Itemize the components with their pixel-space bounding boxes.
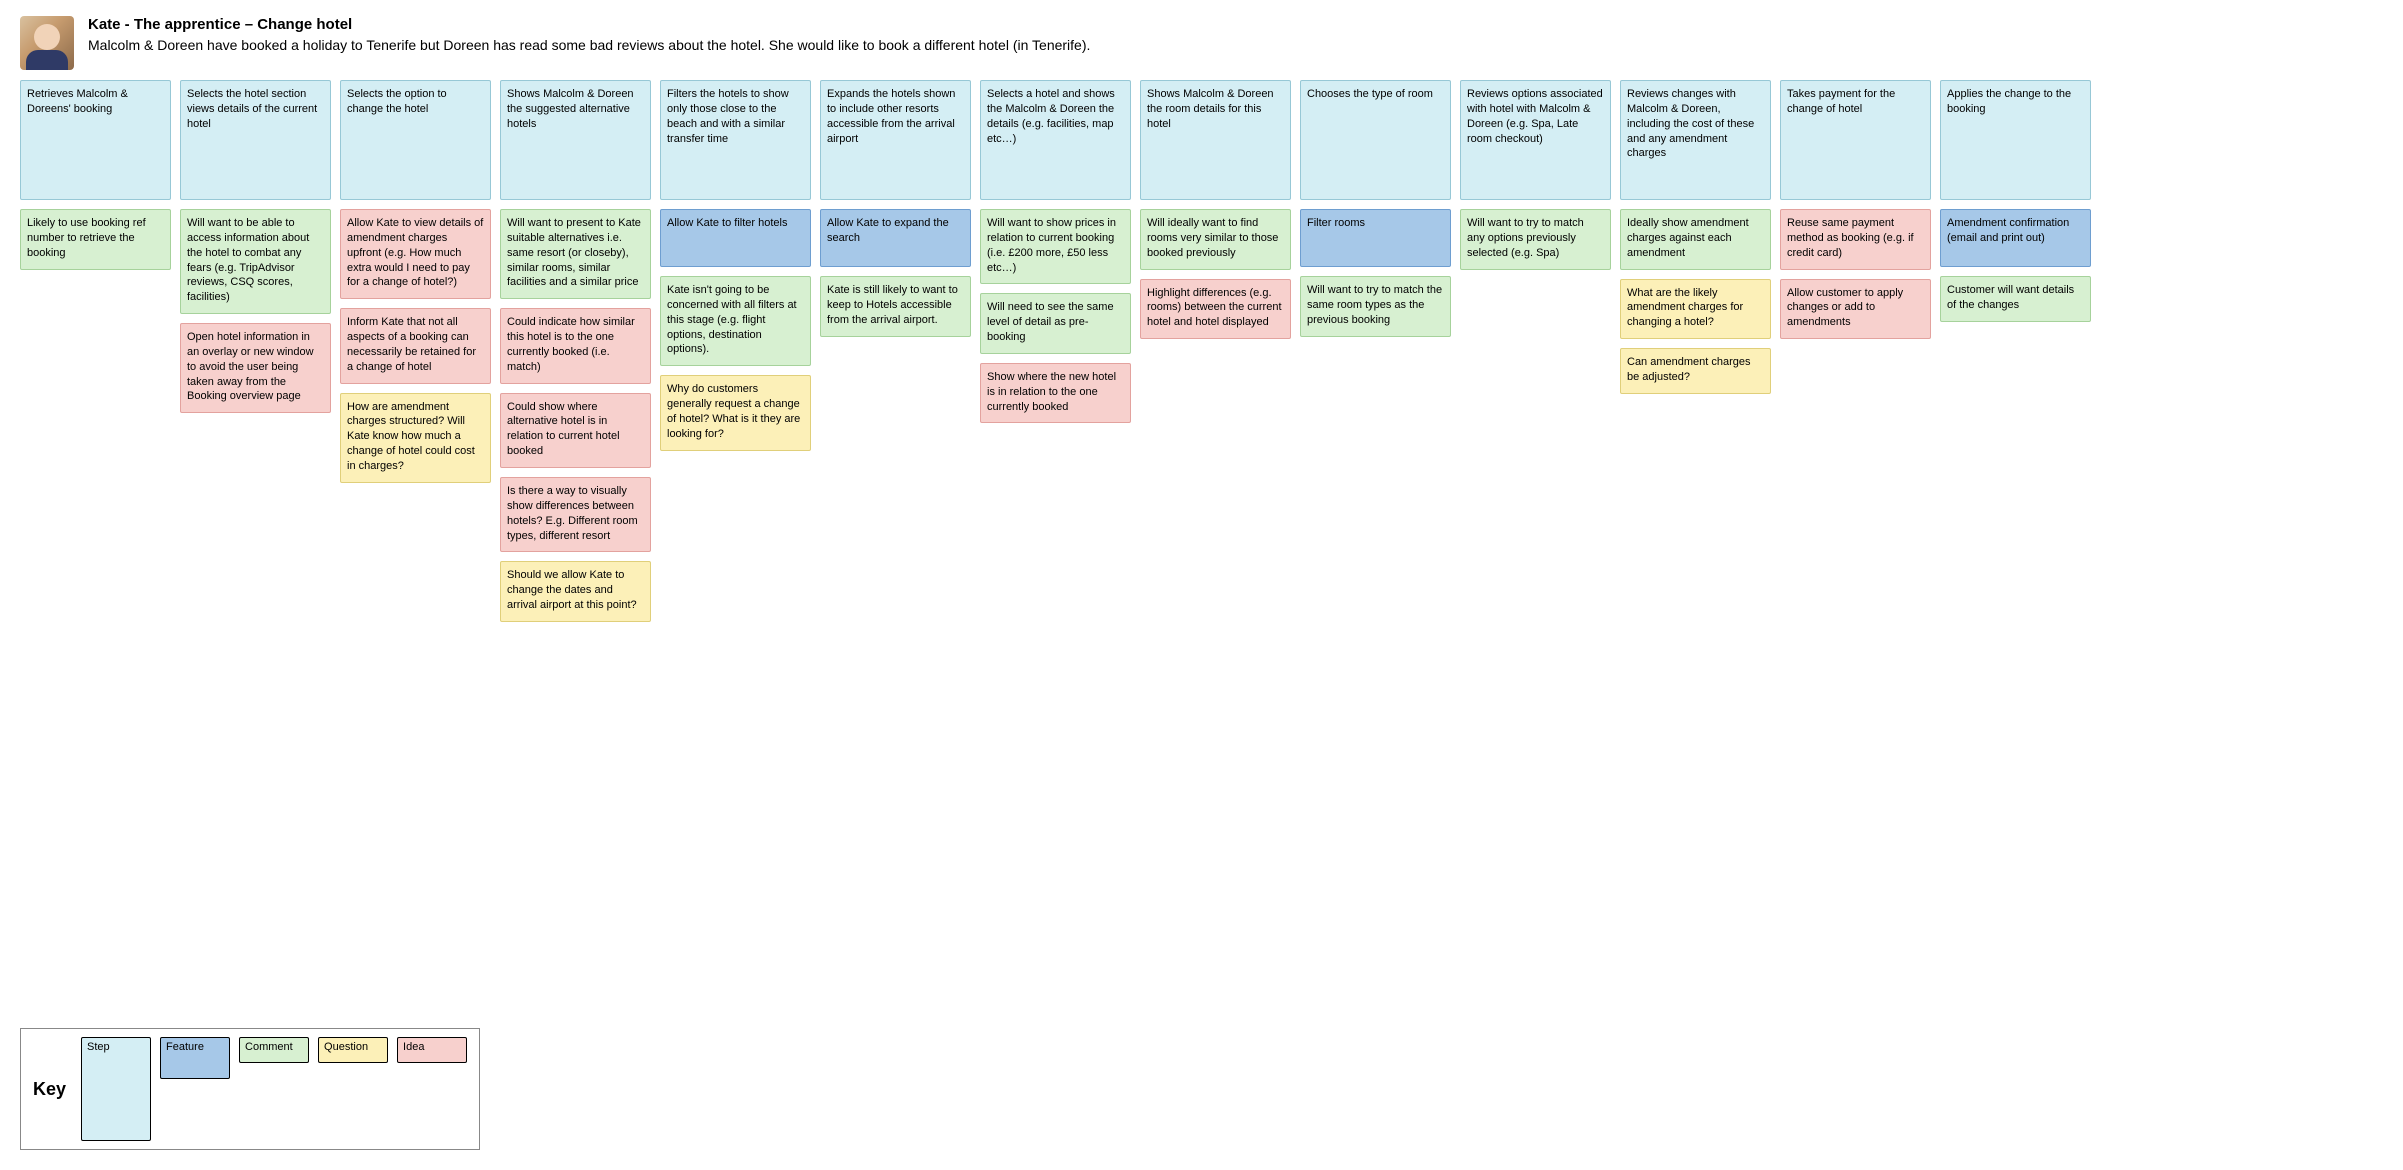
idea-card[interactable]: Allow Kate to view details of amendment … xyxy=(340,209,491,299)
feature-card[interactable]: Amendment confirmation (email and print … xyxy=(1940,209,2091,267)
persona-avatar xyxy=(20,16,74,70)
idea-card[interactable]: Reuse same payment method as booking (e.… xyxy=(1780,209,1931,270)
column: Selects the option to change the hotelAl… xyxy=(340,80,491,483)
comment-card[interactable]: Will want to try to match any options pr… xyxy=(1460,209,1611,270)
comment-card[interactable]: Kate is still likely to want to keep to … xyxy=(820,276,971,337)
legend-feature: Feature xyxy=(160,1037,230,1079)
idea-card[interactable]: Could show where alternative hotel is in… xyxy=(500,393,651,468)
column: Expands the hotels shown to include othe… xyxy=(820,80,971,337)
step-card[interactable]: Expands the hotels shown to include othe… xyxy=(820,80,971,200)
idea-card[interactable]: Could indicate how similar this hotel is… xyxy=(500,308,651,383)
column: Retrieves Malcolm & Doreens' booking Like… xyxy=(20,80,171,270)
column: Shows Malcolm & Doreen the suggested alt… xyxy=(500,80,651,622)
idea-card[interactable]: Is there a way to visually show differen… xyxy=(500,477,651,552)
column: Reviews options associated with hotel wi… xyxy=(1460,80,1611,270)
comment-card[interactable]: Will want to present to Kate suitable al… xyxy=(500,209,651,299)
column: Shows Malcolm & Doreen the room details … xyxy=(1140,80,1291,339)
step-card[interactable]: Applies the change to the booking xyxy=(1940,80,2091,200)
story-map-board: Retrieves Malcolm & Doreens' booking Like… xyxy=(0,80,2403,662)
step-card[interactable]: Reviews options associated with hotel wi… xyxy=(1460,80,1611,200)
idea-card[interactable]: Highlight differences (e.g. rooms) betwe… xyxy=(1140,279,1291,340)
page-subtitle: Malcolm & Doreen have booked a holiday t… xyxy=(88,37,1090,53)
step-card[interactable]: Shows Malcolm & Doreen the suggested alt… xyxy=(500,80,651,200)
legend-idea: Idea xyxy=(397,1037,467,1063)
comment-card[interactable]: Customer will want details of the change… xyxy=(1940,276,2091,322)
step-card[interactable]: Chooses the type of room xyxy=(1300,80,1451,200)
column: Takes payment for the change of hotel Reu… xyxy=(1780,80,1931,339)
step-card[interactable]: Filters the hotels to show only those cl… xyxy=(660,80,811,200)
legend: Key StepFeature Comment Question Idea xyxy=(20,1028,480,1150)
legend-label: Key xyxy=(33,1079,66,1100)
step-card[interactable]: Selects the option to change the hotel xyxy=(340,80,491,200)
comment-card[interactable]: Will need to see the same level of detai… xyxy=(980,293,1131,354)
comment-card[interactable]: Kate isn't going to be concerned with al… xyxy=(660,276,811,366)
legend-question: Question xyxy=(318,1037,388,1063)
idea-card[interactable]: Open hotel information in an overlay or … xyxy=(180,323,331,413)
question-card[interactable]: What are the likely amendment charges fo… xyxy=(1620,279,1771,340)
idea-card[interactable]: Allow customer to apply changes or add t… xyxy=(1780,279,1931,340)
header-text: Kate - The apprentice – Change hotel Mal… xyxy=(88,16,1090,53)
step-card[interactable]: Shows Malcolm & Doreen the room details … xyxy=(1140,80,1291,200)
feature-card[interactable]: Allow Kate to expand the search xyxy=(820,209,971,267)
step-card[interactable]: Selects a hotel and shows the Malcolm & … xyxy=(980,80,1131,200)
comment-card[interactable]: Ideally show amendment charges against e… xyxy=(1620,209,1771,270)
idea-card[interactable]: Show where the new hotel is in relation … xyxy=(980,363,1131,424)
comment-card[interactable]: Will want to be able to access informati… xyxy=(180,209,331,314)
feature-card[interactable]: Allow Kate to filter hotels xyxy=(660,209,811,267)
header: Kate - The apprentice – Change hotel Mal… xyxy=(0,0,2403,80)
idea-card[interactable]: Inform Kate that not all aspects of a bo… xyxy=(340,308,491,383)
step-card[interactable]: Reviews changes with Malcolm & Doreen, i… xyxy=(1620,80,1771,200)
comment-card[interactable]: Will want to show prices in relation to … xyxy=(980,209,1131,284)
column: Selects a hotel and shows the Malcolm & … xyxy=(980,80,1131,423)
legend-comment: Comment xyxy=(239,1037,309,1063)
comment-card[interactable]: Will want to try to match the same room … xyxy=(1300,276,1451,337)
step-card[interactable]: Retrieves Malcolm & Doreens' booking xyxy=(20,80,171,200)
question-card[interactable]: Should we allow Kate to change the dates… xyxy=(500,561,651,622)
question-card[interactable]: Why do customers generally request a cha… xyxy=(660,375,811,450)
page-title: Kate - The apprentice – Change hotel xyxy=(88,16,1090,33)
column: Chooses the type of room Filter rooms Will… xyxy=(1300,80,1451,337)
legend-step: Step xyxy=(81,1037,151,1141)
comment-card[interactable]: Likely to use booking ref number to retr… xyxy=(20,209,171,270)
column: Applies the change to the booking Amendme… xyxy=(1940,80,2091,322)
step-card[interactable]: Selects the hotel section views details … xyxy=(180,80,331,200)
question-card[interactable]: How are amendment charges structured? Wi… xyxy=(340,393,491,483)
question-card[interactable]: Can amendment charges be adjusted? xyxy=(1620,348,1771,394)
step-card[interactable]: Takes payment for the change of hotel xyxy=(1780,80,1931,200)
column: Reviews changes with Malcolm & Doreen, i… xyxy=(1620,80,1771,394)
column: Selects the hotel section views details … xyxy=(180,80,331,413)
comment-card[interactable]: Will ideally want to find rooms very sim… xyxy=(1140,209,1291,270)
column: Filters the hotels to show only those cl… xyxy=(660,80,811,451)
feature-card[interactable]: Filter rooms xyxy=(1300,209,1451,267)
